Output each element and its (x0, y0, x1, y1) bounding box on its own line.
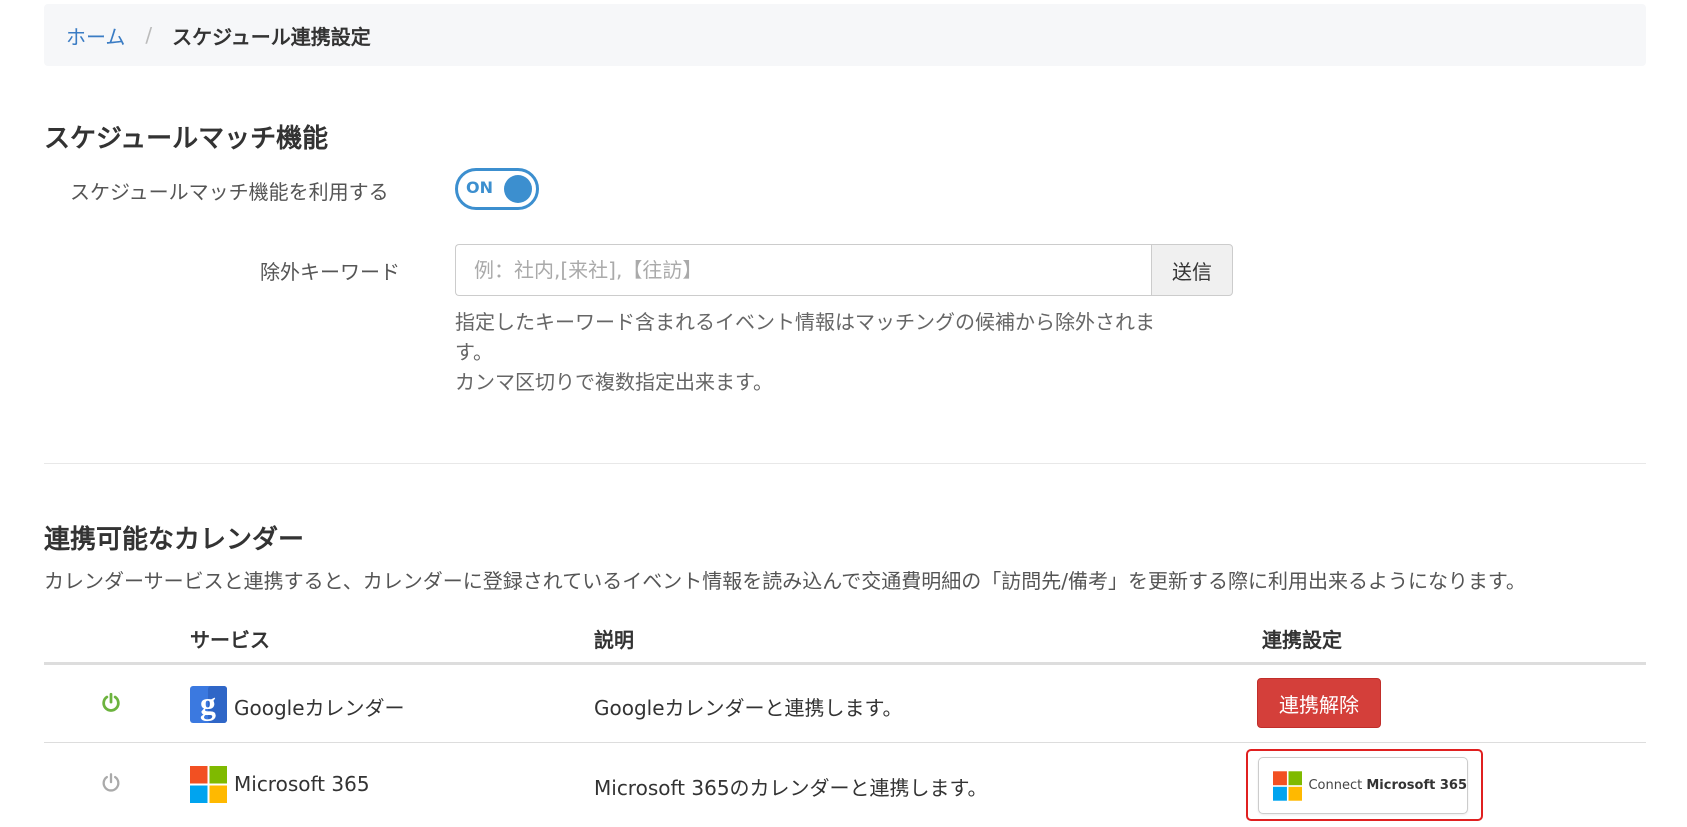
service-name-google: Googleカレンダー (234, 696, 405, 720)
section-divider (44, 463, 1646, 464)
breadcrumb-current: スケジュール連携設定 (172, 24, 371, 49)
google-icon: g (190, 686, 227, 723)
power-off-icon (102, 773, 120, 792)
header-description: 説明 (594, 628, 634, 652)
microsoft-logo-icon (1273, 770, 1303, 801)
breadcrumb-separator: / (145, 23, 153, 47)
service-desc-google: Googleカレンダーと連携します。 (594, 696, 903, 720)
calendars-title: 連携可能なカレンダー (44, 525, 305, 555)
exclude-keyword-input[interactable] (455, 244, 1151, 296)
schedule-match-title: スケジュールマッチ機能 (44, 124, 329, 154)
schedule-match-toggle[interactable]: ON (455, 168, 539, 210)
header-settings: 連携設定 (1262, 628, 1342, 652)
connect-microsoft-button[interactable]: Connect Microsoft 365 (1258, 757, 1468, 814)
help-text-line2: す。 (455, 340, 493, 364)
microsoft-icon (190, 766, 227, 803)
calendars-description: カレンダーサービスと連携すると、カレンダーに登録されているイベント情報を読み込ん… (44, 569, 1526, 593)
table-row-border (44, 742, 1646, 743)
table-header-border (44, 662, 1646, 665)
breadcrumb: ホーム / スケジュール連携設定 (44, 4, 1646, 66)
help-text-line1: 指定したキーワード含まれるイベント情報はマッチングの候補から除外されま (455, 310, 1155, 334)
header-service: サービス (190, 628, 270, 652)
send-button[interactable]: 送信 (1151, 244, 1233, 296)
service-desc-microsoft: Microsoft 365のカレンダーと連携します。 (594, 776, 988, 800)
help-text-line3: カンマ区切りで複数指定出来ます。 (455, 370, 773, 394)
power-on-icon (102, 692, 120, 712)
svg-text:g: g (200, 686, 216, 721)
schedule-match-use-label: スケジュールマッチ機能を利用する (70, 180, 389, 204)
toggle-knob (504, 175, 532, 203)
toggle-state-text: ON (466, 178, 493, 197)
breadcrumb-home-link[interactable]: ホーム (66, 21, 125, 50)
exclude-keyword-group: 送信 (455, 244, 1233, 296)
disconnect-google-button[interactable]: 連携解除 (1257, 678, 1381, 728)
exclude-keyword-label: 除外キーワード (260, 260, 400, 284)
connect-microsoft-label: Connect Microsoft 365 (1308, 778, 1467, 793)
service-name-microsoft: Microsoft 365 (234, 772, 370, 796)
